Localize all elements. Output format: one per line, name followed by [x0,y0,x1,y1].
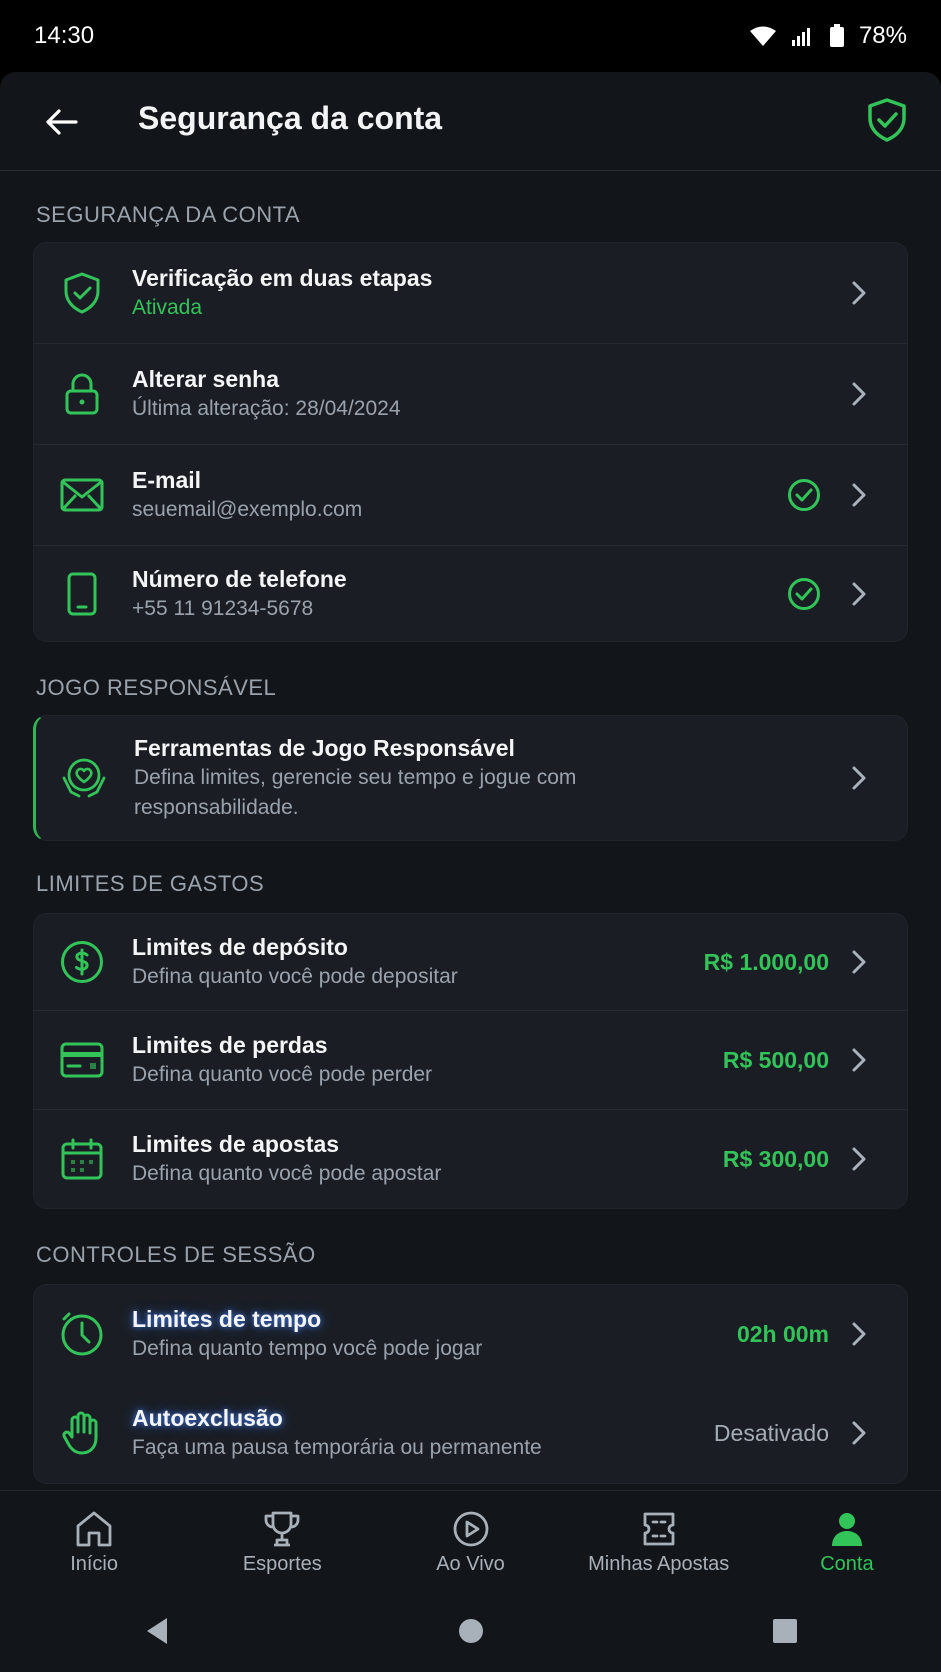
chevron-right-icon [852,950,866,974]
check-circle-icon [788,578,820,610]
mail-icon [60,478,104,512]
nav-item-inicio[interactable]: Início [0,1491,188,1591]
section-title-session: CONTROLES DE SESSÃO [36,1242,316,1267]
row-title: Verificação em duas etapas [132,265,433,291]
spending-limits-card: Limites de depósito Defina quanto você p… [33,913,908,1209]
row-subtitle: Defina quanto você pode perder [132,1063,433,1086]
content: SEGURANÇA DA CONTA Verificação em duas e… [0,202,941,1484]
chevron-right-icon [852,1421,866,1445]
nav-label: Esportes [242,1553,322,1575]
row-title: Autoexclusão [132,1405,283,1431]
dollar-circle-icon [61,941,103,983]
row-subtitle: Defina quanto você pode apostar [132,1162,442,1185]
trophy-icon [264,1511,300,1547]
nav-item-esportes[interactable]: Esportes [188,1491,376,1591]
chevron-right-icon [852,582,866,606]
system-recents-icon[interactable] [772,1618,798,1644]
play-circle-icon [453,1511,488,1547]
system-navigation-bar [0,1590,941,1672]
nav-item-ao-vivo[interactable]: Ao Vivo [376,1491,564,1591]
security-card: Verificação em duas etapas Ativada Alter… [33,242,908,642]
nav-label: Início [70,1553,118,1575]
row-title: Ferramentas de Jogo Responsável [134,735,515,761]
bet-limit-value: R$ 300,00 [722,1145,829,1172]
home-icon [76,1511,112,1547]
nav-item-conta[interactable]: Conta [753,1491,941,1591]
hand-stop-icon [62,1411,98,1455]
self-exclusion-row[interactable]: Autoexclusão Faça uma pausa temporária o… [34,1383,907,1483]
responsible-gaming-card: Ferramentas de Jogo Responsável Defina l… [33,715,908,841]
app-screen: Segurança da conta SEGURANÇA DA CONTA Ve… [0,72,941,1490]
deposit-limit-value: R$ 1.000,00 [703,948,829,975]
row-title: Limites de perdas [132,1032,328,1058]
row-subtitle: Faça uma pausa temporária ou permanente [132,1436,542,1459]
row-title: Número de telefone [132,566,347,592]
self-exclusion-status: Desativado [713,1419,829,1446]
shield-check-icon [64,272,100,314]
signal-icon [791,28,810,46]
ticket-icon [643,1512,675,1546]
status-time: 14:30 [34,22,95,49]
security-shield-badge [867,98,907,147]
nav-item-minhas-apostas[interactable]: Minhas Apostas [565,1491,753,1591]
back-button[interactable] [40,101,82,143]
responsible-tools-row[interactable]: Ferramentas de Jogo Responsável Defina l… [36,716,907,840]
chevron-right-icon [852,483,866,507]
time-limit-row[interactable]: Limites de tempo Defina quanto tempo voc… [34,1285,907,1383]
shield-check-icon [868,98,906,142]
section-title-responsible: JOGO RESPONSÁVEL [36,675,277,700]
wifi-icon [749,26,776,46]
nav-label: Ao Vivo [436,1553,505,1575]
loss-limit-value: R$ 500,00 [722,1046,829,1073]
email-row[interactable]: E-mail seuemail@exemplo.com [34,444,907,545]
loss-limit-row[interactable]: Limites de perdas Defina quanto você pod… [34,1010,907,1109]
two-step-verification-row[interactable]: Verificação em duas etapas Ativada [34,243,907,343]
row-title: Alterar senha [132,366,280,392]
row-subtitle: Defina limites, gerencie seu tempo e jog… [134,766,577,819]
top-app-bar: Segurança da conta [0,72,941,171]
row-status: Ativada [132,296,203,319]
row-subtitle: +55 11 91234-5678 [132,597,314,620]
deposit-limit-row[interactable]: Limites de depósito Defina quanto você p… [34,914,907,1010]
system-home-icon[interactable] [457,1617,485,1645]
calendar-icon [61,1138,103,1180]
session-controls-card: Limites de tempo Defina quanto tempo voc… [33,1284,908,1484]
check-circle-icon [788,479,820,511]
smartphone-icon [67,572,97,616]
row-title: E-mail [132,467,202,493]
heart-hands-icon [62,758,106,798]
section-title-limits: LIMITES DE GASTOS [36,871,265,896]
nav-label: Minhas Apostas [588,1553,730,1575]
battery-level: 78% [858,22,907,49]
row-subtitle: Defina quanto tempo você pode jogar [132,1337,483,1360]
nav-label: Conta [820,1553,874,1575]
bet-limit-row[interactable]: Limites de apostas Defina quanto você po… [34,1109,907,1208]
change-password-row[interactable]: Alterar senha Última alteração: 28/04/20… [34,343,907,444]
row-subtitle: Última alteração: 28/04/2024 [132,397,401,420]
system-back-icon[interactable] [143,1616,171,1646]
row-title: Limites de depósito [132,934,348,960]
chevron-right-icon [852,281,866,305]
chevron-right-icon [852,382,866,406]
clock-icon [61,1312,103,1356]
lock-icon [65,373,99,415]
page-title: Segurança da conta [138,100,443,136]
credit-card-icon [60,1042,104,1078]
bottom-navigation: Início Esportes Ao Vivo Minhas Apostas C… [0,1490,941,1591]
time-limit-value: 02h 00m [736,1320,829,1347]
chevron-right-icon [852,766,866,790]
section-title-security: SEGURANÇA DA CONTA [36,202,301,227]
phone-row[interactable]: Número de telefone +55 11 91234-5678 [34,545,907,641]
chevron-right-icon [852,1048,866,1072]
row-subtitle: seuemail@exemplo.com [132,498,363,521]
status-bar: 14:30 78% [0,0,941,72]
arrow-left-icon [46,109,78,135]
row-title: Limites de apostas [132,1131,340,1157]
row-subtitle: Defina quanto você pode depositar [132,965,458,988]
row-title: Limites de tempo [132,1306,322,1332]
battery-icon [829,24,844,47]
user-icon [831,1513,862,1546]
chevron-right-icon [852,1147,866,1171]
chevron-right-icon [852,1322,866,1346]
